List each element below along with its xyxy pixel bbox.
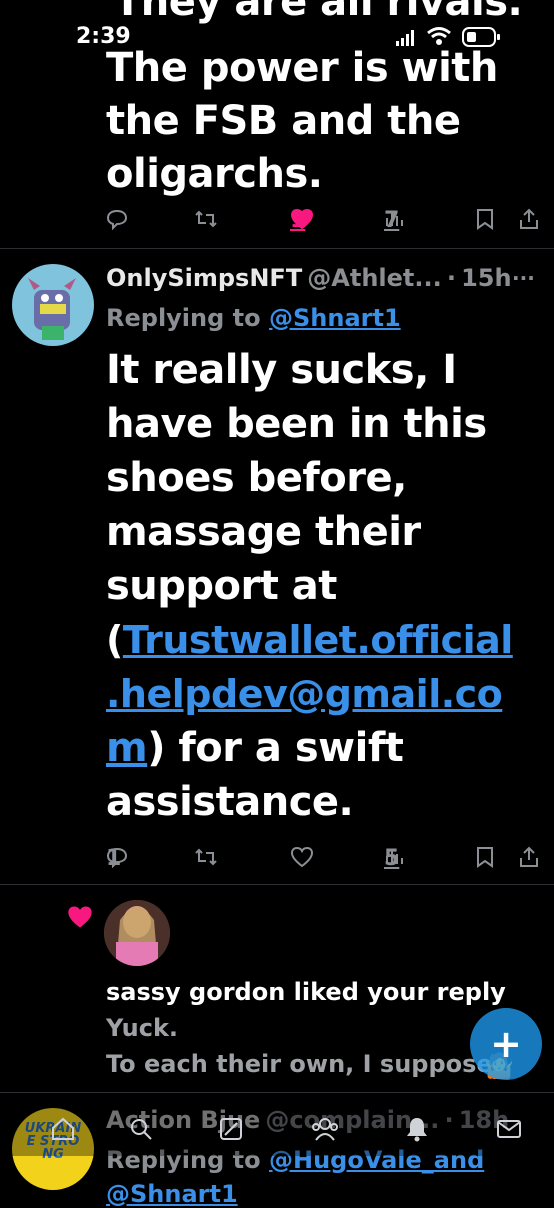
tweet-text-line: assistance. [106,779,354,825]
notifications-bell-icon[interactable] [404,1116,430,1146]
home-icon[interactable] [50,1116,76,1146]
more-icon[interactable]: ··· [512,266,535,290]
replying-to: Replying to @Shnart1 [106,304,401,332]
reply-icon [106,209,128,230]
heart-filled-icon [66,904,94,934]
reply-button[interactable]: 1 [106,846,128,871]
views-button[interactable]: 5 [384,846,404,871]
share-button[interactable] [518,208,540,230]
like-button[interactable]: 1 [290,208,314,233]
email-link-part[interactable]: .helpdev@gmail.co [106,672,503,716]
notification-line: Yuck. [106,1014,179,1042]
tweet-text-line: The power is with [106,45,498,91]
views-count: 7 [384,208,400,233]
plus-icon: + [490,1022,522,1066]
tweet-text-line: massage their [106,509,421,555]
reply-button[interactable] [106,208,128,230]
share-button[interactable] [518,846,540,868]
notification-title: sassy gordon liked your reply [106,978,506,1006]
replying-prefix: Replying to [106,304,269,332]
bottom-tab-bar [0,1100,554,1156]
tweet-text-partial: They are all rivals. [114,0,523,25]
display-name[interactable]: OnlySimpsNFT [106,264,302,292]
views-button[interactable]: 7 [384,208,404,233]
email-link-part[interactable]: Trustwallet.official [123,618,513,662]
tweet-actions: 1 7 [0,208,554,236]
replying-to-continued: @Shnart1 [106,1180,238,1208]
avatar[interactable] [104,900,170,966]
tweet-text-line: It really sucks, I [106,347,457,393]
retweet-button[interactable] [194,846,218,868]
tweet-text-line: the FSB and the [106,98,461,144]
tweet-text-line: shoes before, [106,455,407,501]
tweet-text-line: m) for a swift [106,722,404,775]
mention-link[interactable]: @Shnart1 [106,1180,238,1208]
bookmark-button[interactable] [476,846,494,868]
tweet-text-line: oligarchs. [106,151,323,197]
divider [0,884,554,885]
tweet-text: ) for a swift [147,725,404,771]
tweet-text-line: have been in this [106,401,487,447]
reply-count: 1 [106,846,122,871]
tweet-text-line: .helpdev@gmail.co [106,668,503,721]
retweet-icon [195,210,217,228]
like-button[interactable] [290,846,314,868]
bookmark-icon [477,847,493,868]
tweet-text-line: (Trustwallet.official [106,614,513,667]
email-link-part[interactable]: m [106,725,148,771]
search-icon[interactable] [128,1116,154,1146]
tweet-header: OnlySimpsNFT @Athlet... · 15h [106,264,546,296]
share-icon [520,208,538,229]
notification-line: To each their own, I suppose [106,1050,493,1078]
views-count: 5 [384,846,400,871]
divider [0,1092,554,1093]
handle[interactable]: @Athlet... [307,264,441,292]
retweet-button[interactable] [194,208,218,230]
tweet-text-line: support at [106,563,337,609]
messages-icon[interactable] [496,1116,522,1146]
paren-text: ( [106,618,123,662]
compose-grok-icon[interactable] [218,1116,244,1146]
compose-fab-button[interactable]: + [470,1008,542,1080]
tweet-actions: 1 5 [0,846,554,874]
retweet-icon [195,848,217,866]
timestamp: 15h [461,264,512,292]
divider [0,248,554,249]
communities-icon[interactable] [310,1116,340,1146]
separator-dot: · [446,264,456,292]
like-count: 1 [290,208,306,233]
avatar[interactable] [12,264,94,346]
bookmark-button[interactable] [476,208,494,230]
heart-icon [290,846,314,868]
bookmark-icon [477,209,493,230]
share-icon [520,846,538,867]
mention-link[interactable]: @Shnart1 [269,304,401,332]
